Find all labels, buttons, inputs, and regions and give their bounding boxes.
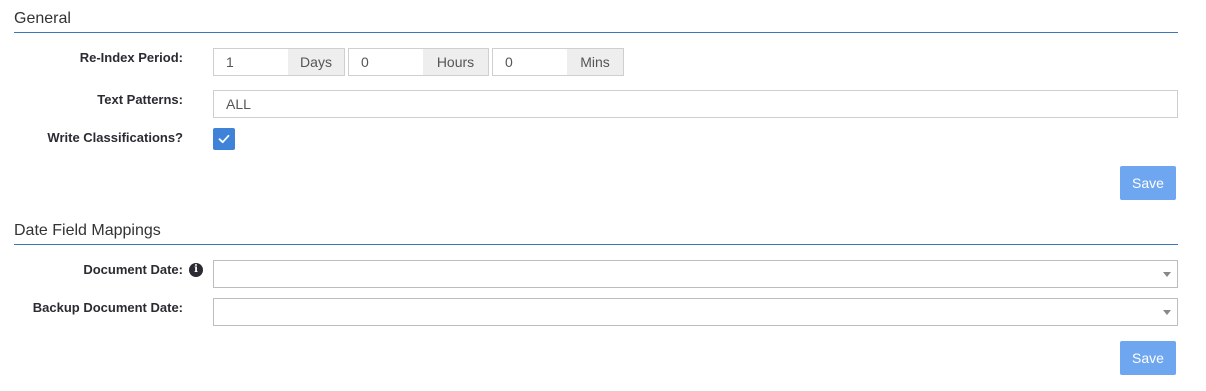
document-date-label: Document Date: xyxy=(83,262,183,277)
section-divider xyxy=(14,32,1178,33)
reindex-mins-input[interactable] xyxy=(492,48,568,76)
reindex-period-label: Re-Index Period: xyxy=(79,50,183,65)
mins-addon: Mins xyxy=(567,48,624,76)
backup-document-date-select[interactable] xyxy=(213,298,1178,326)
section-title-date-mappings: Date Field Mappings xyxy=(14,222,161,239)
info-icon[interactable]: i xyxy=(189,263,203,277)
write-classifications-checkbox[interactable] xyxy=(213,128,235,150)
save-date-mappings-button[interactable]: Save xyxy=(1120,341,1176,375)
backup-document-date-label: Backup Document Date: xyxy=(32,300,183,315)
save-general-button[interactable]: Save xyxy=(1120,166,1176,200)
text-patterns-input[interactable] xyxy=(213,90,1178,118)
chevron-down-icon xyxy=(1163,272,1171,277)
document-date-select[interactable] xyxy=(213,260,1178,288)
reindex-days-input[interactable] xyxy=(213,48,289,76)
chevron-down-icon xyxy=(1163,310,1171,315)
section-title-general: General xyxy=(14,10,71,27)
section-divider xyxy=(14,244,1178,245)
check-icon xyxy=(218,134,230,144)
reindex-hours-input[interactable] xyxy=(348,48,424,76)
hours-addon: Hours xyxy=(423,48,489,76)
text-patterns-label: Text Patterns: xyxy=(97,92,183,107)
write-classifications-label: Write Classifications? xyxy=(47,130,183,145)
days-addon: Days xyxy=(288,48,345,76)
